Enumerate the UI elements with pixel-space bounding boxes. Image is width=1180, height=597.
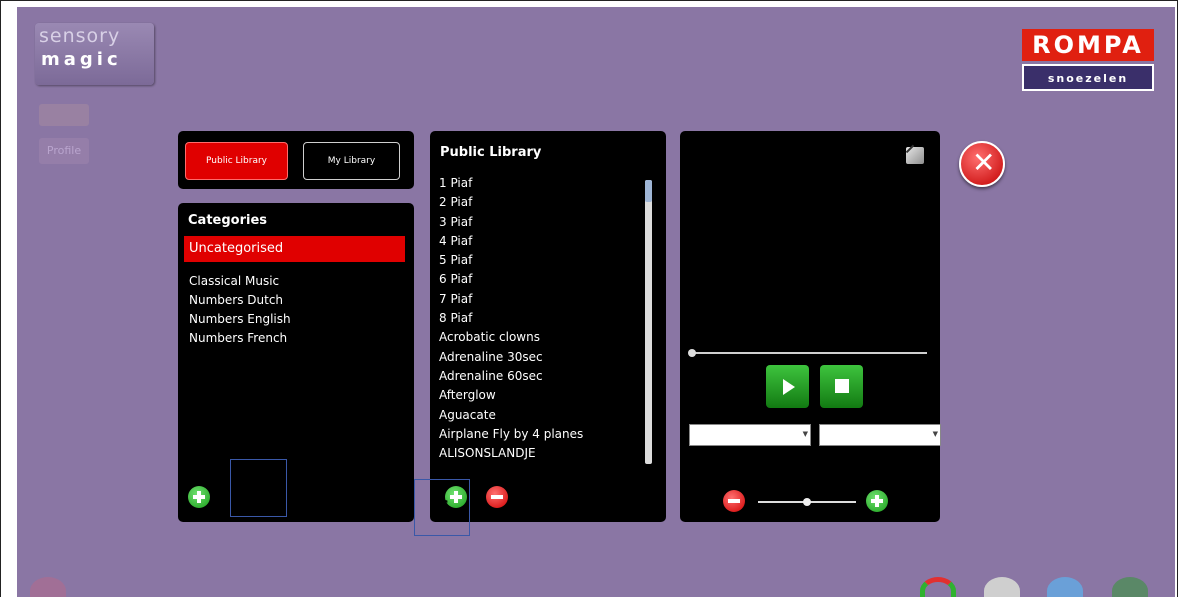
media-list: 1 Piaf 2 Piaf 3 Piaf 4 Piaf 5 Piaf 6 Pia… <box>439 174 583 463</box>
volume-down-button[interactable] <box>723 490 745 512</box>
stop-button[interactable] <box>820 365 863 408</box>
list-item[interactable]: 3 Piaf <box>439 213 583 232</box>
volume-slider[interactable] <box>758 498 856 506</box>
rompa-logo-bottom: snoezelen <box>1022 64 1154 91</box>
output-select-2[interactable]: ▼ <box>819 424 941 446</box>
list-item[interactable]: 2 Piaf <box>439 193 583 212</box>
category-item-selected[interactable]: Uncategorised <box>184 236 405 262</box>
list-item[interactable]: Afterglow <box>439 386 583 405</box>
sidebar-item-profile[interactable]: Profile <box>39 138 89 164</box>
list-item[interactable]: 7 Piaf <box>439 290 583 309</box>
home-icon[interactable] <box>30 577 66 597</box>
list-item[interactable]: Acrobatic clowns <box>439 328 583 347</box>
list-item[interactable]: Adrenaline 60sec <box>439 367 583 386</box>
media-player-panel: ▼ ▼ <box>680 131 941 522</box>
scrollbar-thumb[interactable] <box>645 180 652 202</box>
list-item[interactable]: 4 Piaf <box>439 232 583 251</box>
stop-icon <box>835 379 849 393</box>
wireless-icon[interactable] <box>1112 577 1148 597</box>
edit-icon[interactable] <box>906 147 924 164</box>
seek-knob[interactable] <box>688 349 696 357</box>
output-select-1[interactable]: ▼ <box>689 424 811 446</box>
logo-line1: sensory <box>39 25 121 47</box>
list-item[interactable]: 6 Piaf <box>439 270 583 289</box>
rompa-logo-top: ROMPA <box>1022 29 1154 61</box>
play-icon <box>783 379 795 395</box>
seek-slider[interactable] <box>688 349 927 357</box>
volume-up-button[interactable] <box>866 490 888 512</box>
public-library-button[interactable]: Public Library <box>185 142 288 180</box>
list-scrollbar[interactable] <box>645 180 652 464</box>
close-icon: ✕ <box>972 146 996 179</box>
volume-knob[interactable] <box>803 498 811 506</box>
chevron-down-icon: ▼ <box>802 430 808 438</box>
categories-title: Categories <box>188 213 268 228</box>
close-button[interactable]: ✕ <box>959 141 1005 187</box>
category-item[interactable]: Numbers English <box>189 310 291 329</box>
my-library-button[interactable]: My Library <box>303 142 400 180</box>
category-list: Classical Music Numbers Dutch Numbers En… <box>189 272 291 348</box>
remove-icon <box>728 499 740 503</box>
list-item[interactable]: 5 Piaf <box>439 251 583 270</box>
annotation-box-6: 6 <box>414 479 470 536</box>
annotation-box-5: 5 <box>230 459 287 517</box>
library-toggle-panel: Public Library My Library <box>178 131 414 189</box>
sidebar-item-home[interactable] <box>39 104 89 126</box>
public-library-title: Public Library <box>440 145 542 160</box>
add-category-button[interactable] <box>188 486 210 508</box>
app-window: sensory magic Profile ROMPA snoezelen Pu… <box>17 7 1175 597</box>
category-item[interactable]: Classical Music <box>189 272 291 291</box>
list-item[interactable]: Airplane Fly by 4 planes <box>439 425 583 444</box>
remove-icon <box>491 495 503 499</box>
color-wheel-icon[interactable] <box>920 577 956 597</box>
list-item[interactable]: ALISONSLANDJE <box>439 444 583 463</box>
category-item[interactable]: Numbers French <box>189 329 291 348</box>
chevron-down-icon: ▼ <box>932 430 938 438</box>
rompa-logo: ROMPA snoezelen <box>1022 29 1154 95</box>
gear-icon[interactable] <box>984 577 1020 597</box>
play-button[interactable] <box>766 365 809 408</box>
public-library-panel: Public Library 1 Piaf 2 Piaf 3 Piaf 4 Pi… <box>430 131 666 522</box>
category-item[interactable]: Numbers Dutch <box>189 291 291 310</box>
logo-line2: magic <box>41 49 122 70</box>
sensory-magic-logo: sensory magic <box>35 23 154 85</box>
help-icon[interactable] <box>1047 577 1083 597</box>
remove-media-button[interactable] <box>486 486 508 508</box>
list-item[interactable]: 1 Piaf <box>439 174 583 193</box>
list-item[interactable]: Adrenaline 30sec <box>439 348 583 367</box>
categories-panel: Categories Uncategorised Classical Music… <box>178 203 414 522</box>
list-item[interactable]: Aguacate <box>439 406 583 425</box>
list-item[interactable]: 8 Piaf <box>439 309 583 328</box>
